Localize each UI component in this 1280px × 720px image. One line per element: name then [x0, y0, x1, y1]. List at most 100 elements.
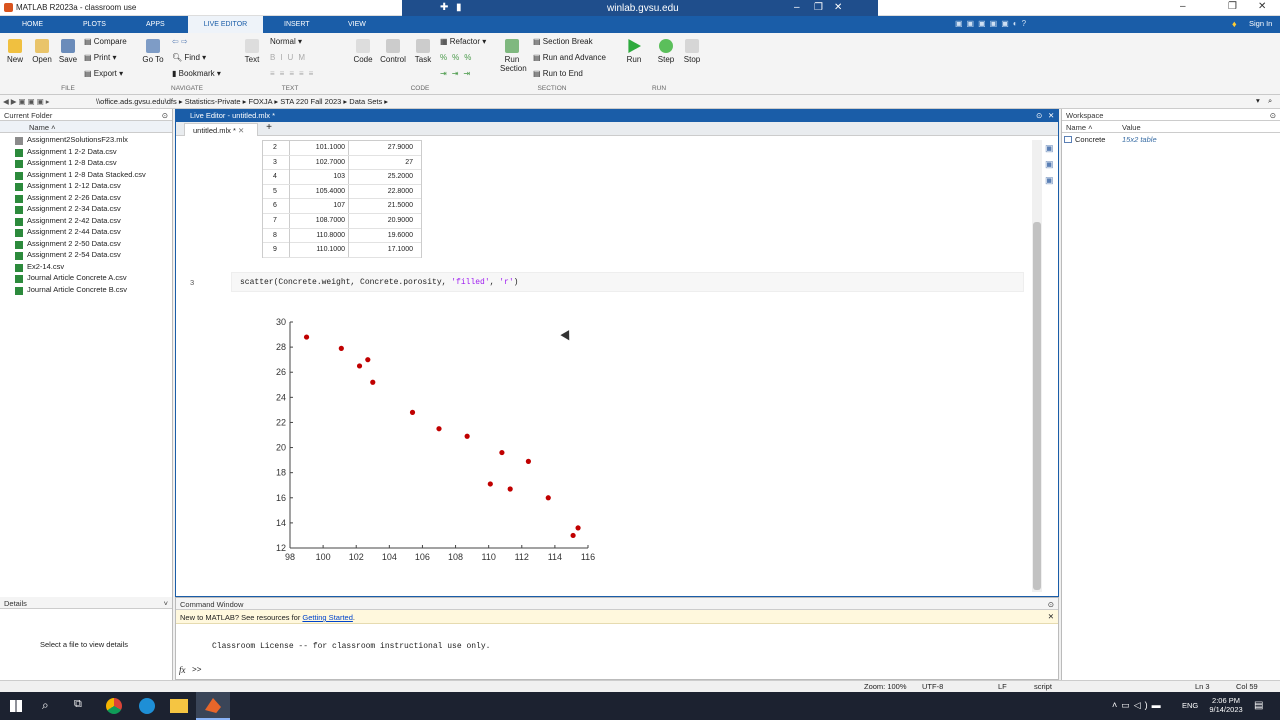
tab-apps[interactable]: APPS: [136, 16, 175, 33]
stop-button[interactable]: Stop: [682, 39, 702, 64]
maximize-icon[interactable]: ❐: [1228, 1, 1237, 12]
file-item[interactable]: Journal Article Concrete A.csv: [0, 273, 172, 285]
quick-access-icons[interactable]: ▣▣▣▣▣◐?: [955, 19, 1095, 30]
file-item[interactable]: Assignment 2 2-34 Data.csv: [0, 204, 172, 216]
run-to-end-button[interactable]: ▤ Run to End: [533, 69, 583, 78]
file-explorer-icon[interactable]: [170, 699, 188, 713]
workspace-menu-icon[interactable]: ⊙: [1270, 111, 1276, 120]
close-icon[interactable]: ✕: [1258, 1, 1266, 12]
breadcrumb-root[interactable]: \\office.ads.gvsu.edu\dfs: [96, 97, 177, 106]
export-button[interactable]: ▤ Export ▾: [84, 69, 123, 78]
run-section-button[interactable]: Run Section: [500, 39, 527, 73]
file-item[interactable]: Assignment 1 2-12 Data.csv: [0, 181, 172, 193]
back-forward-icon[interactable]: ⇦ ⇨: [172, 37, 188, 46]
run-and-advance-button[interactable]: ▤ Run and Advance: [533, 53, 606, 62]
workspace-row[interactable]: Concrete 15x2 table: [1062, 133, 1280, 145]
breadcrumb[interactable]: \\office.ads.gvsu.edu\dfs ▸ Statistics-P…: [96, 97, 388, 106]
language-indicator[interactable]: ENG: [1182, 701, 1198, 710]
compare-button[interactable]: ▤ Compare: [84, 37, 127, 46]
file-item[interactable]: Assignment 1 2-8 Data Stacked.csv: [0, 170, 172, 182]
breadcrumb-data-sets[interactable]: Data Sets: [349, 97, 382, 106]
windows-taskbar: ⌕ ⧉ ˄▭◁)▬ ENG 2:06 PM 9/14/2023 ▤: [0, 692, 1280, 720]
editor-tab-untitled[interactable]: untitled.mlx * ✕: [184, 123, 258, 136]
breadcrumb-foxja[interactable]: FOXJA: [248, 97, 272, 106]
file-item[interactable]: Assignment2SolutionsF23.mlx: [0, 135, 172, 147]
rdp-host: winlab.gvsu.edu: [607, 3, 679, 14]
run-button[interactable]: Run: [624, 39, 644, 64]
tab-plots[interactable]: PLOTS: [73, 16, 116, 33]
editor-menu-icon[interactable]: ⊙: [1036, 111, 1042, 120]
windows-start-icon[interactable]: [10, 700, 22, 712]
rdp-restore-icon[interactable]: ❐: [814, 2, 823, 13]
editor-scroll-thumb[interactable]: [1033, 222, 1041, 590]
command-prompt[interactable]: >>: [192, 666, 202, 675]
notification-icon[interactable]: ♦: [1232, 19, 1237, 29]
file-item[interactable]: Assignment 2 2-26 Data.csv: [0, 193, 172, 205]
breadcrumb-sta-220[interactable]: STA 220 Fall 2023: [280, 97, 341, 106]
csv-file-icon: [15, 183, 23, 191]
chrome-icon[interactable]: [106, 698, 122, 714]
editor-close-icon[interactable]: ✕: [1048, 111, 1054, 120]
file-item[interactable]: Assignment 2 2-54 Data.csv: [0, 250, 172, 262]
bookmark-button[interactable]: ▮ Bookmark ▾: [172, 69, 221, 78]
text-format-icons[interactable]: BIUM: [270, 53, 310, 62]
task-button[interactable]: Task: [413, 39, 433, 64]
file-item[interactable]: Assignment 2 2-42 Data.csv: [0, 216, 172, 228]
indent-icons[interactable]: ⇥⇥⇥: [440, 69, 475, 78]
goto-button[interactable]: Go To: [142, 39, 164, 64]
search-icon[interactable]: ⌕: [42, 698, 49, 713]
list-align-icons[interactable]: ≡≡≡≡≡: [270, 69, 318, 78]
rdp-close-icon[interactable]: ✕: [834, 2, 842, 13]
new-button[interactable]: New: [6, 39, 24, 64]
tab-home[interactable]: HOME: [12, 16, 53, 33]
edge-icon[interactable]: [139, 698, 155, 714]
folder-search-icon[interactable]: ⌕: [1268, 96, 1272, 106]
code-line[interactable]: scatter(Concrete.weight, Concrete.porosi…: [231, 272, 1024, 292]
file-item[interactable]: Ex2-14.csv: [0, 262, 172, 274]
banner-close-icon[interactable]: ✕: [1048, 612, 1054, 621]
sign-in-link[interactable]: Sign In: [1249, 19, 1272, 28]
refactor-button[interactable]: ▦ Refactor ▾: [440, 37, 486, 46]
panel-menu-icon[interactable]: ⊙: [162, 111, 168, 120]
text-button[interactable]: Text: [244, 39, 260, 64]
output-view-icons[interactable]: ▣ ▣ ▣: [1045, 140, 1055, 188]
clock[interactable]: 2:06 PM 9/14/2023: [1208, 696, 1244, 714]
details-collapse-icon[interactable]: ˅: [164, 599, 168, 608]
control-button[interactable]: Control: [379, 39, 407, 64]
name-column-header[interactable]: Name ˄: [0, 121, 172, 133]
tab-live-editor[interactable]: LIVE EDITOR: [188, 16, 263, 33]
function-browser-icon[interactable]: fx: [179, 665, 186, 675]
rdp-minimize-icon[interactable]: –: [794, 2, 800, 13]
system-tray-icons[interactable]: ˄▭◁)▬: [1112, 700, 1165, 711]
print-button[interactable]: ▤ Print ▾: [84, 53, 116, 62]
new-tab-button[interactable]: +: [262, 122, 276, 136]
file-item[interactable]: Journal Article Concrete B.csv: [0, 285, 172, 297]
matlab-taskbar-button[interactable]: [196, 692, 230, 720]
find-button[interactable]: 🔍︎ Find ▾: [172, 53, 206, 62]
file-item[interactable]: Assignment 2 2-44 Data.csv: [0, 227, 172, 239]
value-column[interactable]: Value: [1122, 123, 1141, 132]
folder-nav-icons[interactable]: ◀▶▣▣▣▸: [3, 97, 52, 106]
code-button[interactable]: Code: [353, 39, 373, 64]
breadcrumb-statistics-private[interactable]: Statistics-Private: [185, 97, 241, 106]
code-format-icons[interactable]: %%%: [440, 53, 476, 62]
tab-view[interactable]: VIEW: [338, 16, 376, 33]
cmd-menu-icon[interactable]: ⊙: [1048, 600, 1054, 609]
style-dropdown[interactable]: Normal ▾: [270, 37, 302, 46]
name-column[interactable]: Name ˄: [1066, 123, 1092, 132]
pin-icon[interactable]: ✚: [440, 2, 448, 13]
section-break-button[interactable]: ▤ Section Break: [533, 37, 593, 46]
open-button[interactable]: Open: [31, 39, 53, 64]
address-dropdown-icon[interactable]: ▾: [1256, 96, 1260, 105]
step-button[interactable]: Step: [655, 39, 677, 64]
minimize-icon[interactable]: –: [1180, 1, 1186, 12]
tab-insert[interactable]: INSERT: [274, 16, 320, 33]
notifications-icon[interactable]: ▤: [1254, 700, 1263, 711]
file-item[interactable]: Assignment 1 2-8 Data.csv: [0, 158, 172, 170]
getting-started-link[interactable]: Getting Started: [302, 613, 352, 622]
editor-scrollbar[interactable]: [1032, 140, 1042, 592]
file-item[interactable]: Assignment 1 2-2 Data.csv: [0, 147, 172, 159]
file-item[interactable]: Assignment 2 2-50 Data.csv: [0, 239, 172, 251]
task-view-icon[interactable]: ⧉: [74, 698, 82, 711]
save-button[interactable]: Save: [58, 39, 78, 64]
